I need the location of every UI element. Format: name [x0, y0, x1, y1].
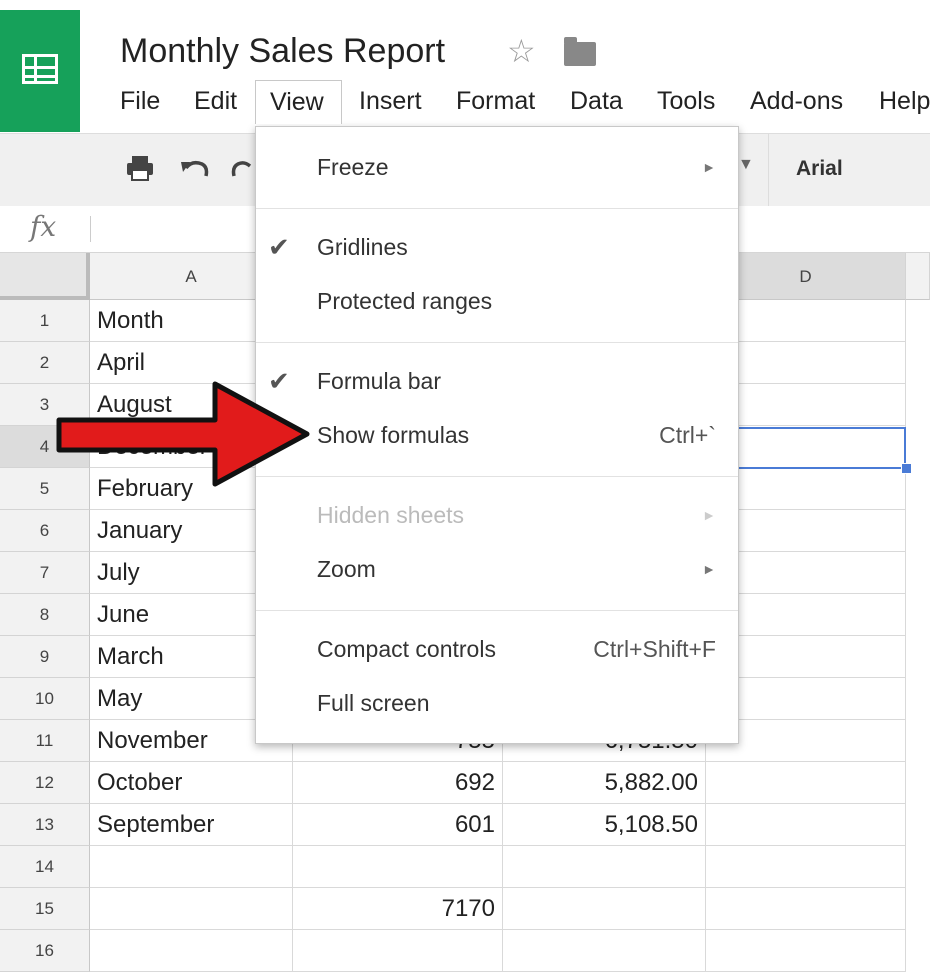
undo-icon[interactable] [178, 154, 210, 189]
row-header[interactable]: 7 [0, 552, 90, 594]
cell-c[interactable] [503, 888, 706, 930]
cell-b[interactable] [293, 930, 503, 972]
menu-format[interactable]: Format [456, 80, 535, 124]
menu-view[interactable]: View [255, 80, 342, 124]
menu-item-label: Protected ranges [317, 288, 493, 314]
check-icon: ✔ [268, 232, 290, 262]
star-icon[interactable]: ☆ [507, 32, 536, 70]
menu-item-label: Show formulas [317, 422, 470, 448]
sheets-logo-icon[interactable] [0, 10, 80, 132]
menu-item-label: Formula bar [317, 368, 441, 394]
red-arrow-annotation [56, 381, 310, 487]
cell-d[interactable] [706, 804, 906, 846]
font-family-select[interactable]: Arial [768, 134, 930, 206]
cell-a[interactable]: September [90, 804, 293, 846]
menu-item-label: Hidden sheets [317, 502, 465, 528]
cell-c[interactable] [503, 930, 706, 972]
cell-a[interactable] [90, 888, 293, 930]
menu-item-shortcut: Ctrl+` [659, 422, 716, 448]
menu-item-formula-bar[interactable]: ✔ Formula bar [256, 355, 738, 407]
row-header[interactable]: 10 [0, 678, 90, 720]
fill-handle[interactable] [901, 463, 912, 474]
submenu-arrow-icon: ► [702, 507, 716, 523]
cell-c[interactable]: 5,882.00 [503, 762, 706, 804]
menu-item-shortcut: Ctrl+Shift+F [593, 636, 716, 662]
menu-separator [256, 342, 738, 343]
document-title[interactable]: Monthly Sales Report [120, 32, 445, 71]
cell-d[interactable] [706, 888, 906, 930]
column-header-e[interactable] [906, 253, 930, 300]
menu-item-label: Gridlines [317, 234, 408, 260]
select-all-corner[interactable] [0, 253, 90, 300]
menu-item-protected-ranges[interactable]: Protected ranges [256, 275, 738, 327]
menu-separator [256, 610, 738, 611]
cell-d[interactable] [706, 762, 906, 804]
cell-b[interactable] [293, 846, 503, 888]
cell-a[interactable] [90, 846, 293, 888]
print-icon[interactable] [124, 154, 156, 189]
menu-item-hidden-sheets: Hidden sheets ► [256, 489, 738, 541]
menu-item-label: Zoom [317, 556, 376, 582]
cell-b[interactable]: 601 [293, 804, 503, 846]
row-header[interactable]: 16 [0, 930, 90, 972]
redo-icon[interactable] [230, 154, 256, 189]
chevron-down-icon[interactable]: ▼ [738, 156, 754, 174]
menu-help[interactable]: Help [879, 80, 930, 124]
menu-tools[interactable]: Tools [657, 80, 715, 124]
menu-item-freeze[interactable]: Freeze ► [256, 141, 738, 193]
cell-d[interactable] [706, 846, 906, 888]
row-header[interactable]: 9 [0, 636, 90, 678]
cell-c[interactable]: 5,108.50 [503, 804, 706, 846]
menu-separator [256, 476, 738, 477]
divider [90, 216, 91, 242]
fx-icon: fx [30, 210, 57, 243]
menu-separator [256, 208, 738, 209]
title-bar: Monthly Sales Report ☆ File Edit View In… [0, 0, 930, 133]
menu-addons[interactable]: Add-ons [750, 80, 843, 124]
menu-item-label: Freeze [317, 154, 389, 180]
submenu-arrow-icon: ► [702, 159, 716, 175]
cell-d[interactable] [706, 930, 906, 972]
menu-item-label: Compact controls [317, 636, 496, 662]
menu-item-label: Full screen [317, 690, 430, 716]
menu-item-gridlines[interactable]: ✔ Gridlines [256, 221, 738, 273]
menu-insert[interactable]: Insert [359, 80, 422, 124]
cell-c[interactable] [503, 846, 706, 888]
row-header[interactable]: 11 [0, 720, 90, 762]
menu-file[interactable]: File [120, 80, 160, 124]
row-header[interactable]: 1 [0, 300, 90, 342]
menu-item-show-formulas[interactable]: Show formulas Ctrl+` [256, 409, 738, 461]
folder-icon[interactable] [564, 37, 596, 66]
cell-b[interactable]: 7170 [293, 888, 503, 930]
menu-data[interactable]: Data [570, 80, 623, 124]
menu-item-compact-controls[interactable]: Compact controls Ctrl+Shift+F [256, 623, 738, 675]
cell-b[interactable]: 692 [293, 762, 503, 804]
menu-edit[interactable]: Edit [194, 80, 237, 124]
row-header[interactable]: 14 [0, 846, 90, 888]
row-header[interactable]: 12 [0, 762, 90, 804]
row-header[interactable]: 6 [0, 510, 90, 552]
cell-a[interactable]: October [90, 762, 293, 804]
menu-item-zoom[interactable]: Zoom ► [256, 543, 738, 595]
row-header[interactable]: 13 [0, 804, 90, 846]
submenu-arrow-icon: ► [702, 561, 716, 577]
view-menu-dropdown: Freeze ► ✔ Gridlines Protected ranges ✔ Formul… [255, 126, 739, 744]
row-header[interactable]: 15 [0, 888, 90, 930]
cell-a[interactable] [90, 930, 293, 972]
row-header[interactable]: 8 [0, 594, 90, 636]
menu-item-full-screen[interactable]: Full screen [256, 677, 738, 729]
